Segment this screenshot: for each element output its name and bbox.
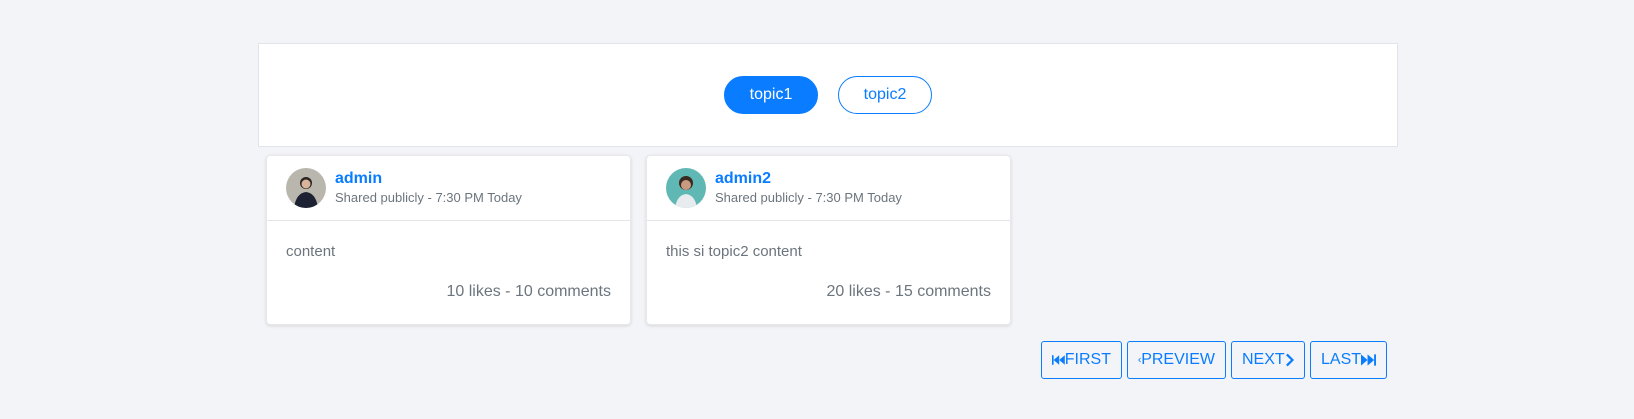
author-info: admin2 Shared publicly - 7:30 PM Today bbox=[715, 169, 902, 207]
fast-backward-icon bbox=[1052, 355, 1065, 365]
topic-button-topic2[interactable]: topic2 bbox=[838, 76, 932, 114]
post-content: content bbox=[286, 243, 336, 260]
post-header: admin Shared publicly - 7:30 PM Today bbox=[267, 156, 630, 221]
post-content: this si topic2 content bbox=[666, 243, 802, 260]
next-label: NEXT bbox=[1242, 351, 1285, 368]
first-page-button[interactable]: FIRST bbox=[1041, 341, 1122, 379]
topic-filter-bar: topic1 topic2 bbox=[258, 43, 1398, 147]
author-info: admin Shared publicly - 7:30 PM Today bbox=[335, 169, 522, 207]
preview-label: PREVIEW bbox=[1141, 351, 1215, 368]
post-meta: Shared publicly - 7:30 PM Today bbox=[335, 190, 522, 205]
avatar[interactable] bbox=[286, 168, 326, 208]
last-page-button[interactable]: LAST bbox=[1310, 341, 1387, 379]
topic-button-topic1[interactable]: topic1 bbox=[724, 76, 818, 114]
chevron-right-icon bbox=[1285, 353, 1294, 367]
post-card: admin Shared publicly - 7:30 PM Today co… bbox=[266, 155, 631, 325]
post-card: admin2 Shared publicly - 7:30 PM Today t… bbox=[646, 155, 1011, 325]
author-name[interactable]: admin bbox=[335, 169, 522, 188]
post-meta: Shared publicly - 7:30 PM Today bbox=[715, 190, 902, 205]
previous-page-button[interactable]: PREVIEW bbox=[1127, 341, 1226, 379]
last-label: LAST bbox=[1321, 351, 1362, 368]
first-label: FIRST bbox=[1064, 351, 1111, 368]
next-page-button[interactable]: NEXT bbox=[1231, 341, 1305, 379]
fast-forward-icon bbox=[1361, 354, 1376, 366]
pagination: FIRST PREVIEW NEXT LAST bbox=[1041, 341, 1387, 379]
author-name[interactable]: admin2 bbox=[715, 169, 902, 188]
avatar[interactable] bbox=[666, 168, 706, 208]
post-header: admin2 Shared publicly - 7:30 PM Today bbox=[647, 156, 1010, 221]
post-stats: 10 likes - 10 comments bbox=[446, 283, 611, 300]
post-body: this si topic2 content 20 likes - 15 com… bbox=[647, 221, 1010, 301]
post-body: content 10 likes - 10 comments bbox=[267, 221, 630, 301]
post-stats: 20 likes - 15 comments bbox=[826, 283, 991, 300]
